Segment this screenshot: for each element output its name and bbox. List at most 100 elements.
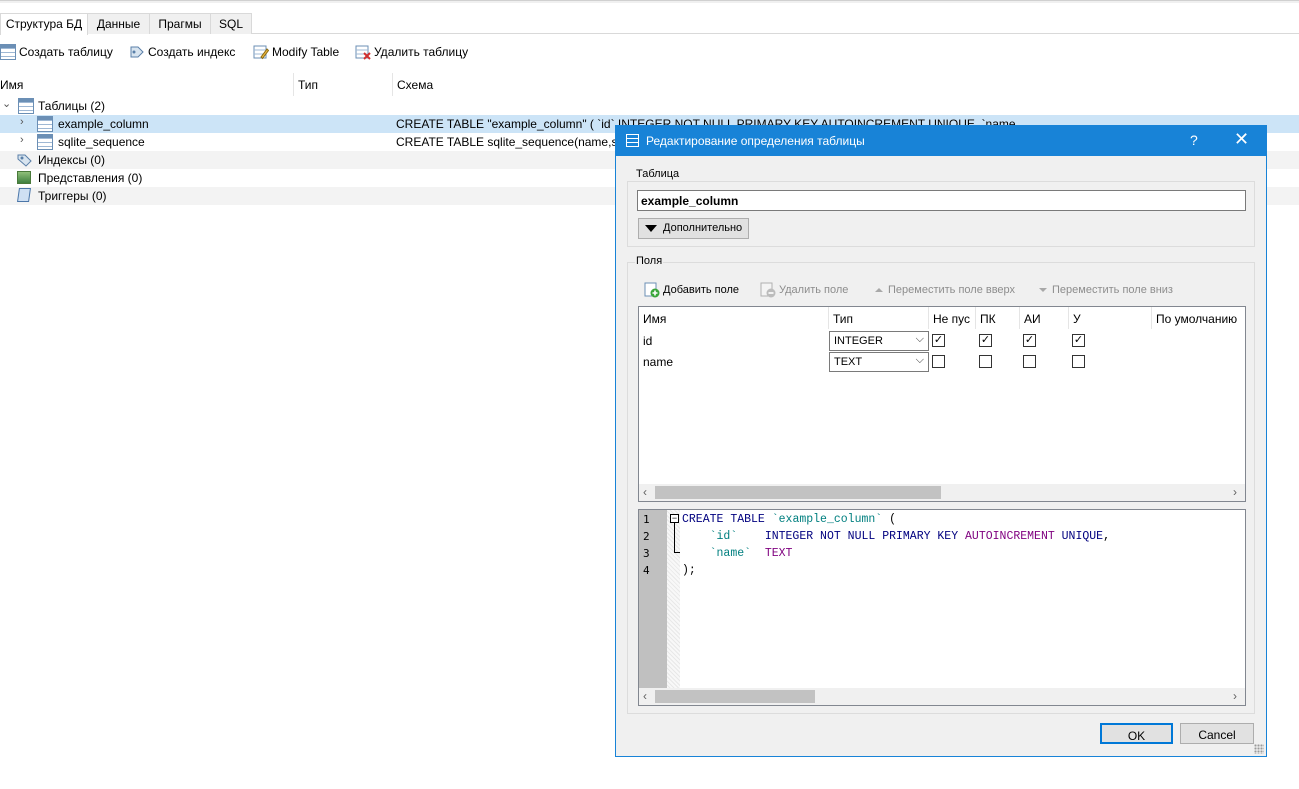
- column-header-notnull[interactable]: Не пус: [929, 307, 976, 329]
- delete-table-button[interactable]: Удалить таблицу: [355, 42, 468, 62]
- unique-checkbox[interactable]: [1072, 355, 1085, 368]
- create-table-button[interactable]: Создать таблицу: [0, 42, 113, 62]
- table-icon: [37, 116, 53, 132]
- create-table-label: Создать таблицу: [19, 45, 113, 59]
- advanced-label: Дополнительно: [663, 222, 743, 234]
- create-index-button[interactable]: Создать индекс: [129, 42, 235, 62]
- move-field-up-button[interactable]: Переместить поле вверх: [873, 281, 1015, 299]
- tab-sql[interactable]: SQL: [210, 13, 252, 34]
- cancel-button[interactable]: Cancel: [1180, 723, 1254, 744]
- arrow-up-icon: [873, 282, 885, 298]
- column-header-ai[interactable]: АИ: [1020, 307, 1069, 329]
- create-index-label: Создать индекс: [148, 45, 236, 59]
- scroll-right-icon[interactable]: ›: [1233, 485, 1237, 499]
- sql-line-3: `name` TEXT: [709, 547, 793, 560]
- fields-group-label: Поля: [635, 255, 664, 267]
- move-up-label: Переместить поле вверх: [888, 284, 1016, 296]
- remove-field-button[interactable]: Удалить поле: [760, 281, 848, 299]
- indexes-label: Индексы (0): [38, 153, 105, 167]
- edit-table-dialog: Редактирование определения таблицы ? ✕ Т…: [615, 125, 1267, 757]
- modify-table-label: Modify Table: [272, 45, 340, 59]
- tab-db-structure[interactable]: Структура БД: [0, 13, 88, 35]
- scroll-left-icon[interactable]: ‹: [643, 689, 647, 703]
- view-icon: [17, 171, 31, 184]
- views-label: Представления (0): [38, 171, 143, 185]
- scroll-right-icon[interactable]: ›: [1233, 689, 1237, 703]
- add-field-label: Добавить поле: [663, 284, 740, 296]
- remove-field-icon: [760, 282, 776, 298]
- chevron-right-icon[interactable]: ›: [20, 116, 24, 128]
- sql-line-4: );: [682, 564, 696, 577]
- main-tabs: Структура БД Данные Прагмы SQL: [0, 13, 1299, 35]
- advanced-toggle-button[interactable]: Дополнительно: [638, 218, 749, 239]
- notnull-checkbox[interactable]: ✓: [932, 334, 945, 347]
- create-index-icon: [129, 44, 145, 60]
- move-field-down-button[interactable]: Переместить поле вниз: [1037, 281, 1173, 299]
- trigger-icon: [17, 188, 31, 202]
- scrollbar-thumb[interactable]: [655, 690, 815, 703]
- add-field-button[interactable]: Добавить поле: [644, 281, 739, 299]
- column-header-name[interactable]: Имя: [639, 307, 829, 329]
- unique-checkbox[interactable]: ✓: [1072, 334, 1085, 347]
- ai-checkbox[interactable]: [1023, 355, 1036, 368]
- line-number: 1: [643, 513, 650, 526]
- chevron-down-icon[interactable]: ⌄: [2, 97, 11, 110]
- modify-table-icon: [253, 44, 270, 60]
- line-number: 3: [643, 547, 650, 560]
- move-down-label: Переместить поле вниз: [1052, 284, 1173, 296]
- sql-horizontal-scrollbar[interactable]: ‹ ›: [639, 688, 1245, 705]
- tables-icon: [18, 98, 34, 114]
- sql-preview-editor[interactable]: 1 2 3 4 − CREATE TABLE `example_column` …: [638, 509, 1246, 706]
- pk-checkbox[interactable]: [979, 355, 992, 368]
- resize-grip-icon[interactable]: [1254, 744, 1264, 754]
- table-icon: [37, 134, 53, 150]
- fields-horizontal-scrollbar[interactable]: ‹ ›: [639, 484, 1245, 501]
- tab-pragmas[interactable]: Прагмы: [149, 13, 211, 34]
- pk-checkbox[interactable]: ✓: [979, 334, 992, 347]
- chevron-right-icon[interactable]: ›: [20, 134, 24, 146]
- fold-line-end: [674, 552, 680, 553]
- table-schema: CREATE TABLE sqlite_sequence(name,seq): [396, 135, 616, 149]
- table-group-label: Таблица: [635, 168, 681, 180]
- column-header-default[interactable]: По умолчанию: [1152, 307, 1245, 329]
- field-type-select[interactable]: INTEGER ⌵: [829, 331, 929, 351]
- field-name-cell[interactable]: id: [643, 334, 652, 348]
- column-header-pk[interactable]: ПК: [976, 307, 1020, 329]
- column-header-type[interactable]: Тип: [298, 73, 393, 96]
- sql-line-2: `id` INTEGER NOT NULL PRIMARY KEY AUTOIN…: [709, 530, 1110, 543]
- tree-node-tables[interactable]: ⌄ Таблицы (2): [0, 97, 1299, 115]
- table-name: sqlite_sequence: [58, 135, 145, 149]
- fold-line: [674, 523, 675, 553]
- table-icon: [626, 134, 639, 147]
- column-header-type[interactable]: Тип: [829, 307, 929, 329]
- chevron-down-icon: ⌵: [915, 354, 924, 366]
- line-number: 4: [643, 564, 650, 577]
- index-icon: [17, 152, 33, 168]
- remove-field-label: Удалить поле: [779, 284, 849, 296]
- sql-line-1: CREATE TABLE `example_column` (: [682, 513, 896, 526]
- notnull-checkbox[interactable]: [932, 355, 945, 368]
- column-header-schema[interactable]: Схема: [397, 73, 1297, 96]
- table-name-input[interactable]: example_column: [637, 190, 1246, 211]
- column-header-unique[interactable]: У: [1069, 307, 1152, 329]
- ai-checkbox[interactable]: ✓: [1023, 334, 1036, 347]
- column-header-name[interactable]: Имя: [0, 73, 294, 96]
- scrollbar-thumb[interactable]: [655, 486, 941, 499]
- dialog-title-bar[interactable]: Редактирование определения таблицы ? ✕: [616, 126, 1266, 156]
- tab-data[interactable]: Данные: [87, 13, 150, 34]
- triangle-down-icon: [645, 225, 657, 232]
- fold-collapse-icon[interactable]: −: [670, 514, 679, 523]
- delete-table-label: Удалить таблицу: [374, 45, 469, 59]
- field-type-select[interactable]: TEXT ⌵: [829, 352, 929, 372]
- table-name: example_column: [58, 117, 149, 131]
- help-button[interactable]: ?: [1190, 132, 1198, 148]
- line-number: 2: [643, 530, 650, 543]
- ok-button[interactable]: OK: [1100, 723, 1173, 744]
- field-type-value: INTEGER: [834, 335, 883, 347]
- tree-header: Имя Тип Схема: [0, 73, 1299, 96]
- scroll-left-icon[interactable]: ‹: [643, 485, 647, 499]
- modify-table-button[interactable]: Modify Table: [253, 42, 339, 62]
- structure-toolbar: Создать таблицу Создать индекс Modify Ta…: [0, 40, 700, 64]
- close-icon[interactable]: ✕: [1234, 129, 1249, 150]
- field-name-cell[interactable]: name: [643, 355, 673, 369]
